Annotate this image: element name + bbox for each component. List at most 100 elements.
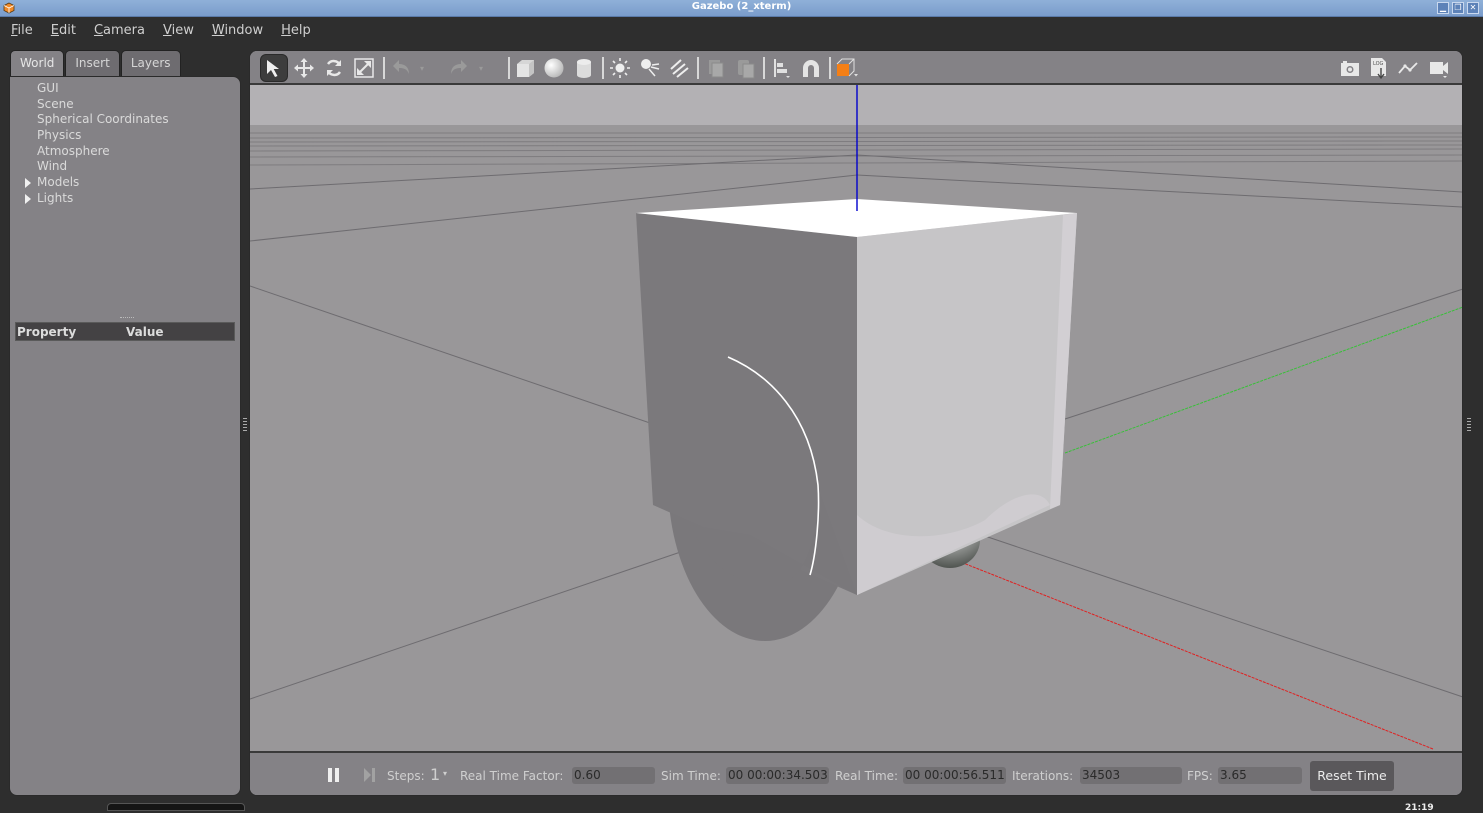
cylinder-shape-icon — [577, 59, 591, 78]
render-panel: ▾ ▾ LOG Steps: 1 ▾ Real Time Factor: 0.6… — [249, 50, 1463, 796]
redo-history-dropdown[interactable]: ▾ — [474, 54, 488, 82]
redo-button[interactable] — [445, 54, 473, 82]
svg-text:LOG: LOG — [1373, 61, 1384, 67]
3d-scene-viewport[interactable] — [250, 85, 1463, 751]
right-splitter-handle[interactable] — [1467, 418, 1471, 432]
point-light-button[interactable] — [606, 54, 634, 82]
tab-layers[interactable]: Layers — [120, 50, 181, 76]
view-cube-icon — [836, 58, 858, 77]
pause-icon — [328, 768, 339, 782]
directional-light-button[interactable] — [665, 54, 693, 82]
sim-time-label: Sim Time: — [661, 769, 721, 783]
tab-insert[interactable]: Insert — [65, 50, 120, 76]
value-column-header: Value — [126, 324, 164, 339]
copy-button[interactable] — [702, 54, 730, 82]
chevron-down-icon: ▾ — [478, 63, 483, 73]
scene-canvas[interactable] — [250, 85, 1463, 751]
rotate-mode-button[interactable] — [320, 54, 348, 82]
tree-item-gui[interactable]: GUI — [10, 81, 169, 97]
step-forward-icon — [364, 768, 375, 782]
cylinder-shape-button[interactable] — [570, 54, 598, 82]
step-button[interactable] — [362, 766, 378, 788]
spot-light-button[interactable] — [636, 54, 664, 82]
record-video-button[interactable] — [1425, 54, 1453, 82]
directional-light-icon — [670, 59, 689, 78]
copy-icon — [709, 60, 724, 78]
plot-button[interactable] — [1394, 54, 1422, 82]
left-splitter-handle[interactable] — [243, 418, 247, 432]
world-panel: GUI Scene Spherical Coordinates Physics … — [9, 76, 241, 796]
panel-splitter-handle[interactable] — [120, 317, 134, 319]
window-title: Gazebo (2_xterm) — [691, 1, 792, 12]
camera-icon — [1341, 61, 1359, 76]
menu-window[interactable]: Window — [212, 23, 263, 38]
spot-light-icon — [641, 59, 660, 77]
select-mode-button[interactable] — [260, 54, 288, 82]
box-shape-icon — [517, 60, 534, 77]
undo-icon — [393, 60, 409, 74]
rotate-icon — [326, 59, 342, 77]
tree-item-scene[interactable]: Scene — [10, 97, 169, 113]
scale-mode-button[interactable] — [350, 54, 378, 82]
plot-icon — [1398, 62, 1418, 74]
sphere-shape-icon — [544, 58, 564, 78]
toolbar-separator — [508, 57, 510, 79]
toolbar: ▾ ▾ LOG — [250, 51, 1462, 85]
scale-icon — [354, 58, 374, 78]
restore-icon: ❐ — [1454, 3, 1462, 12]
toolbar-separator — [697, 57, 699, 79]
sphere-shape-button[interactable] — [540, 54, 568, 82]
video-camera-icon — [1430, 62, 1448, 78]
pause-button[interactable] — [326, 766, 342, 788]
redo-icon — [451, 60, 467, 74]
tree-item-spherical-coordinates[interactable]: Spherical Coordinates — [10, 112, 169, 128]
expand-arrow-icon[interactable] — [25, 178, 31, 189]
left-panel: World Insert Layers GUI Scene Spherical … — [9, 50, 241, 796]
tree-item-lights[interactable]: Lights — [10, 191, 169, 207]
window-titlebar: Gazebo (2_xterm) ▁ ❐ ✕ — [0, 0, 1483, 17]
minimize-button[interactable]: ▁ — [1437, 2, 1449, 14]
toolbar-separator — [602, 57, 604, 79]
menu-help[interactable]: Help — [281, 23, 311, 38]
screenshot-button[interactable] — [1336, 54, 1364, 82]
menu-bar: File Edit Camera View Window Help — [0, 18, 1483, 42]
translate-mode-button[interactable] — [290, 54, 318, 82]
taskbar-clock: 21:19 — [1405, 803, 1434, 813]
toolbar-separator — [829, 57, 831, 79]
tree-item-atmosphere[interactable]: Atmosphere — [10, 144, 169, 160]
iterations-field: 34503 — [1080, 767, 1182, 784]
tree-item-wind[interactable]: Wind — [10, 159, 169, 175]
menu-file[interactable]: File — [11, 23, 33, 38]
view-angle-button[interactable] — [833, 54, 861, 82]
toolbar-separator — [763, 57, 765, 79]
menu-view[interactable]: View — [163, 23, 194, 38]
snap-button[interactable] — [797, 54, 825, 82]
maximize-button[interactable]: ❐ — [1452, 2, 1464, 14]
log-icon: LOG — [1371, 58, 1386, 80]
menu-edit[interactable]: Edit — [51, 23, 76, 38]
property-table-header: Property Value — [15, 322, 235, 341]
undo-history-dropdown[interactable]: ▾ — [415, 54, 429, 82]
box-shape-button[interactable] — [511, 54, 539, 82]
log-button[interactable]: LOG — [1365, 54, 1393, 82]
taskbar-item[interactable] — [107, 803, 245, 811]
tree-item-physics[interactable]: Physics — [10, 128, 169, 144]
close-button[interactable]: ✕ — [1467, 2, 1479, 14]
undo-button[interactable] — [387, 54, 415, 82]
left-panel-tabs: World Insert Layers — [9, 50, 182, 76]
tree-item-models[interactable]: Models — [10, 175, 169, 191]
steps-spin-down-icon[interactable]: ▾ — [443, 769, 447, 778]
align-icon — [774, 59, 790, 78]
expand-arrow-icon[interactable] — [25, 193, 31, 204]
steps-value[interactable]: 1 — [430, 765, 440, 784]
paste-button[interactable] — [732, 54, 760, 82]
align-button[interactable] — [768, 54, 796, 82]
paste-icon — [738, 60, 755, 79]
tab-world[interactable]: World — [10, 50, 65, 76]
fps-field: 3.65 — [1218, 767, 1302, 784]
reset-time-button[interactable]: Reset Time — [1310, 761, 1394, 791]
menu-camera[interactable]: Camera — [94, 23, 145, 38]
property-column-header: Property — [17, 324, 77, 339]
arrow-pointer-icon — [267, 60, 279, 77]
iterations-label: Iterations: — [1012, 769, 1074, 783]
